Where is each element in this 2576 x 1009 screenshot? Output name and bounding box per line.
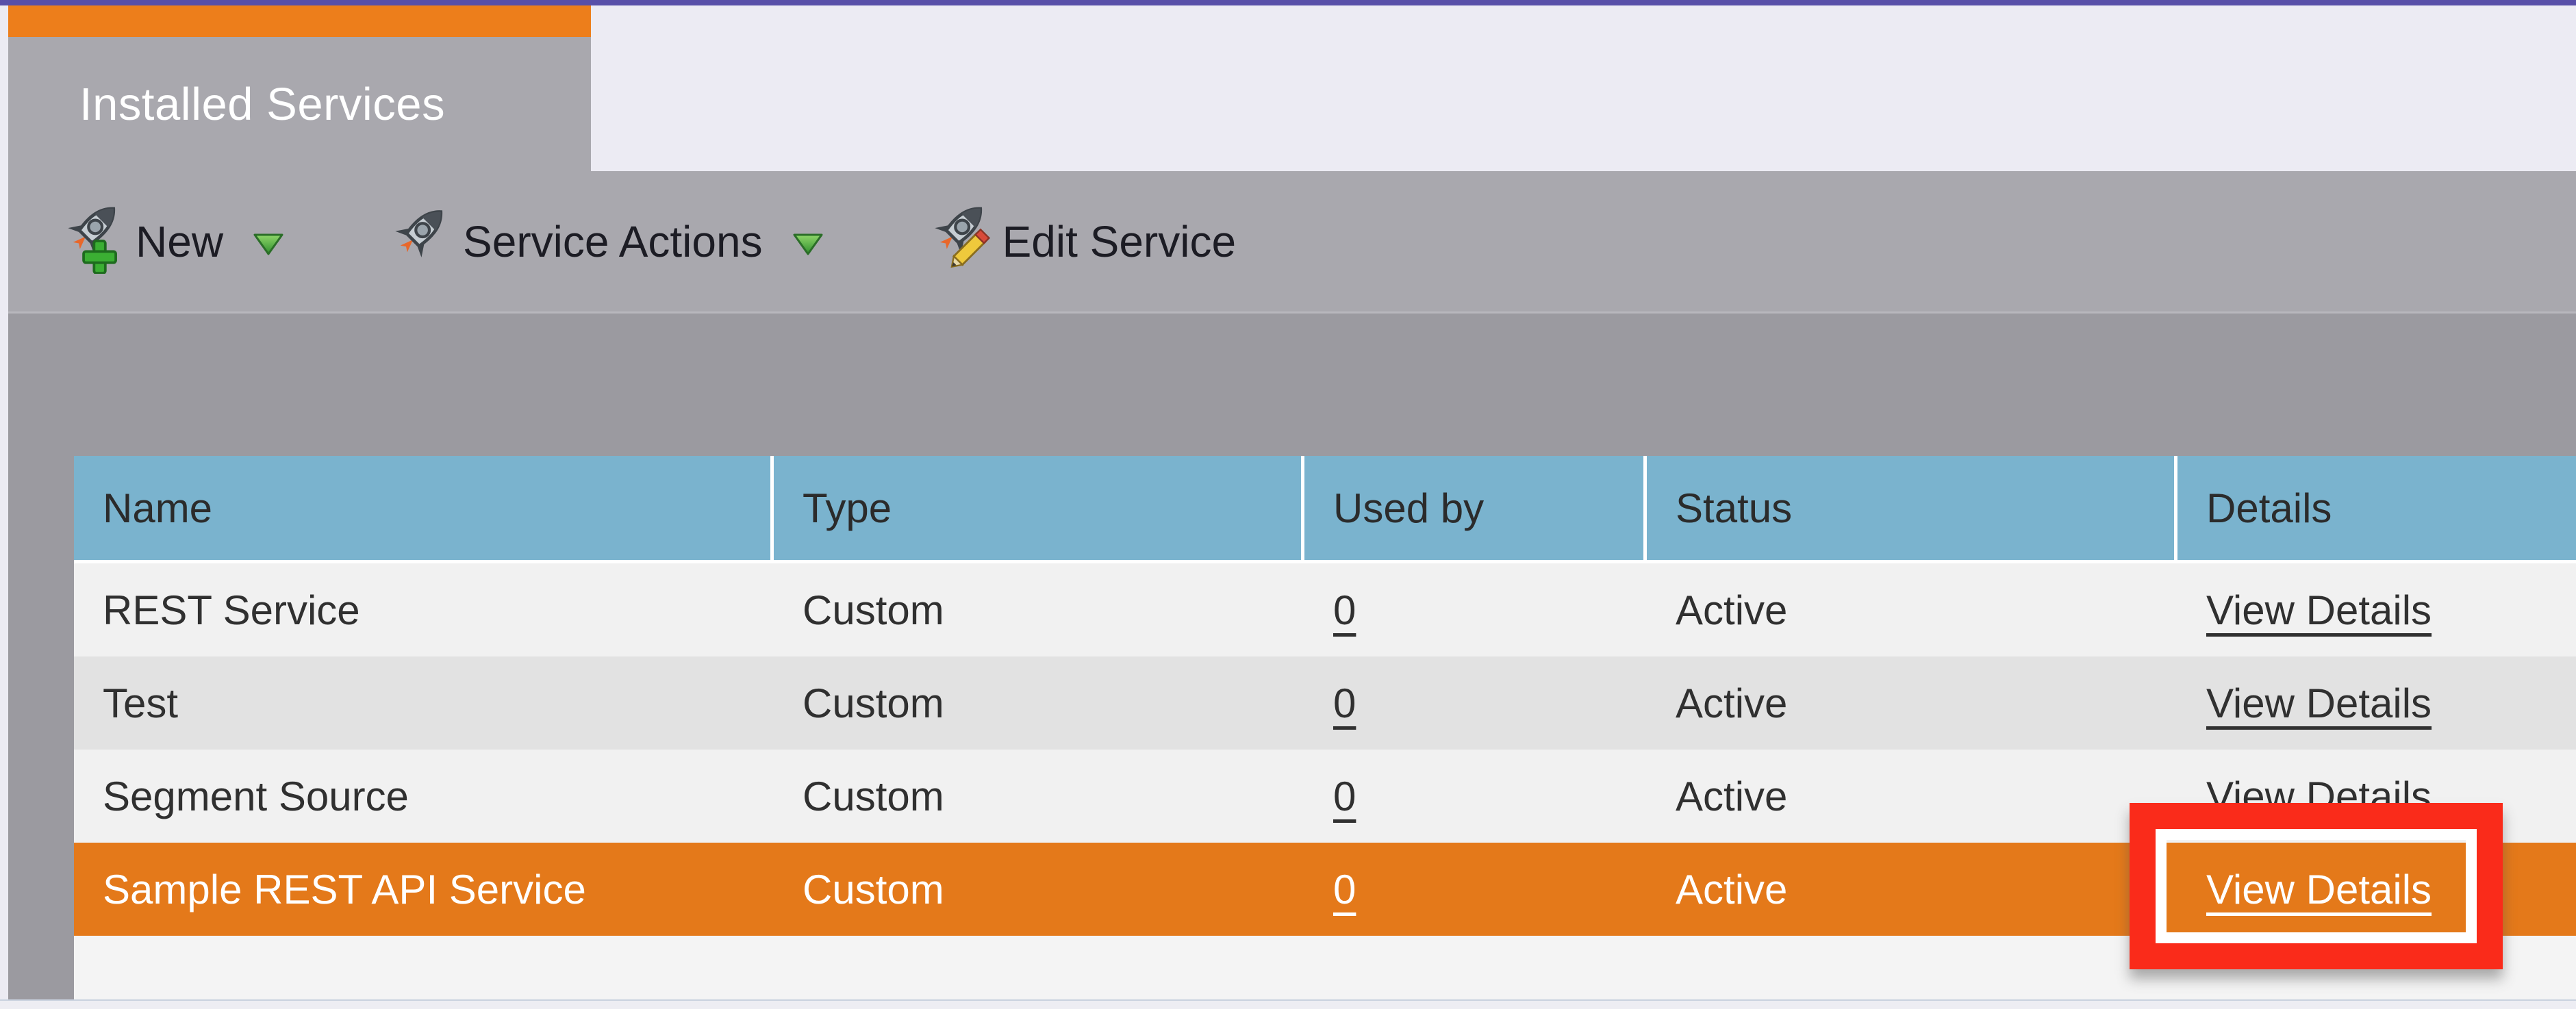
cell-used-by: 0 [1304, 656, 1647, 750]
column-header-type: Type [774, 456, 1304, 560]
cell-name: REST Service [103, 587, 360, 633]
new-button-label: New [136, 216, 224, 266]
cell-used-by: 0 [1304, 843, 1647, 936]
top-accent-line [0, 0, 2576, 5]
dropdown-arrow-icon[interactable] [792, 216, 824, 267]
view-details-link[interactable]: View Details [2206, 866, 2432, 913]
view-details-link[interactable]: View Details [2206, 680, 2432, 727]
page: Installed Services New Service Actions E… [0, 0, 2576, 1009]
cell-status: Active [1676, 587, 1788, 633]
cell-type: Custom [803, 680, 944, 726]
cell-used-by: 0 [1304, 563, 1647, 656]
dropdown-arrow-icon[interactable] [252, 216, 285, 267]
table-row-test[interactable]: Test Custom 0 Active View Details [74, 656, 2576, 750]
rocket-plus-icon [60, 199, 125, 284]
services-table: Name Type Used by Status Details REST Se… [74, 456, 2576, 1001]
tab-accent-bar [8, 5, 591, 37]
column-header-details: Details [2206, 485, 2332, 531]
cell-details: View Details [2177, 563, 2576, 656]
cell-type: Custom [803, 587, 944, 633]
cell-status: Active [1676, 866, 1788, 912]
rocket-icon [388, 199, 452, 284]
cell-name: Sample REST API Service [103, 866, 586, 912]
table-row-segment-source[interactable]: Segment Source Custom 0 Active View Deta… [74, 750, 2576, 843]
cell-name: Test [103, 680, 179, 726]
column-header-status: Status [1647, 456, 2177, 560]
view-details-link[interactable]: View Details [2206, 587, 2432, 634]
used-by-link[interactable]: 0 [1333, 866, 1356, 913]
rocket-pencil-icon [927, 199, 992, 284]
content-area: Name Type Used by Status Details REST Se… [8, 311, 2576, 1001]
new-button[interactable]: New [60, 199, 285, 284]
cell-used-by: 0 [1304, 750, 1647, 843]
table-row-sample-rest-api-service[interactable]: Sample REST API Service Custom 0 Active … [74, 843, 2576, 936]
column-header-used-by: Used by [1304, 456, 1647, 560]
cell-details: View Details [2177, 750, 2576, 843]
column-header-name: Name [74, 456, 774, 560]
cell-type: Custom [803, 866, 944, 912]
used-by-link[interactable]: 0 [1333, 680, 1356, 727]
toolbar: New Service Actions Edit Service [8, 171, 2576, 311]
cell-status: Active [1676, 773, 1788, 819]
service-actions-button-label: Service Actions [463, 216, 763, 266]
table-empty-area [74, 936, 2576, 1001]
view-details-link[interactable]: View Details [2206, 773, 2432, 820]
table-header-row: Name Type Used by Status Details [74, 456, 2576, 563]
edit-service-button[interactable]: Edit Service [927, 199, 1236, 284]
tab-label: Installed Services [79, 78, 446, 130]
used-by-link[interactable]: 0 [1333, 587, 1356, 634]
used-by-link[interactable]: 0 [1333, 773, 1356, 820]
tab-installed-services[interactable]: Installed Services [8, 5, 591, 171]
service-actions-button[interactable]: Service Actions [388, 199, 824, 284]
cell-status: Active [1676, 680, 1788, 726]
table-row-rest-service[interactable]: REST Service Custom 0 Active View Detail… [74, 563, 2576, 656]
cell-details: View Details [2177, 656, 2576, 750]
cell-name: Segment Source [103, 773, 409, 819]
cell-details: View Details [2177, 843, 2576, 936]
bottom-strip [0, 999, 2576, 1009]
edit-service-button-label: Edit Service [1002, 216, 1237, 266]
cell-type: Custom [803, 773, 944, 819]
